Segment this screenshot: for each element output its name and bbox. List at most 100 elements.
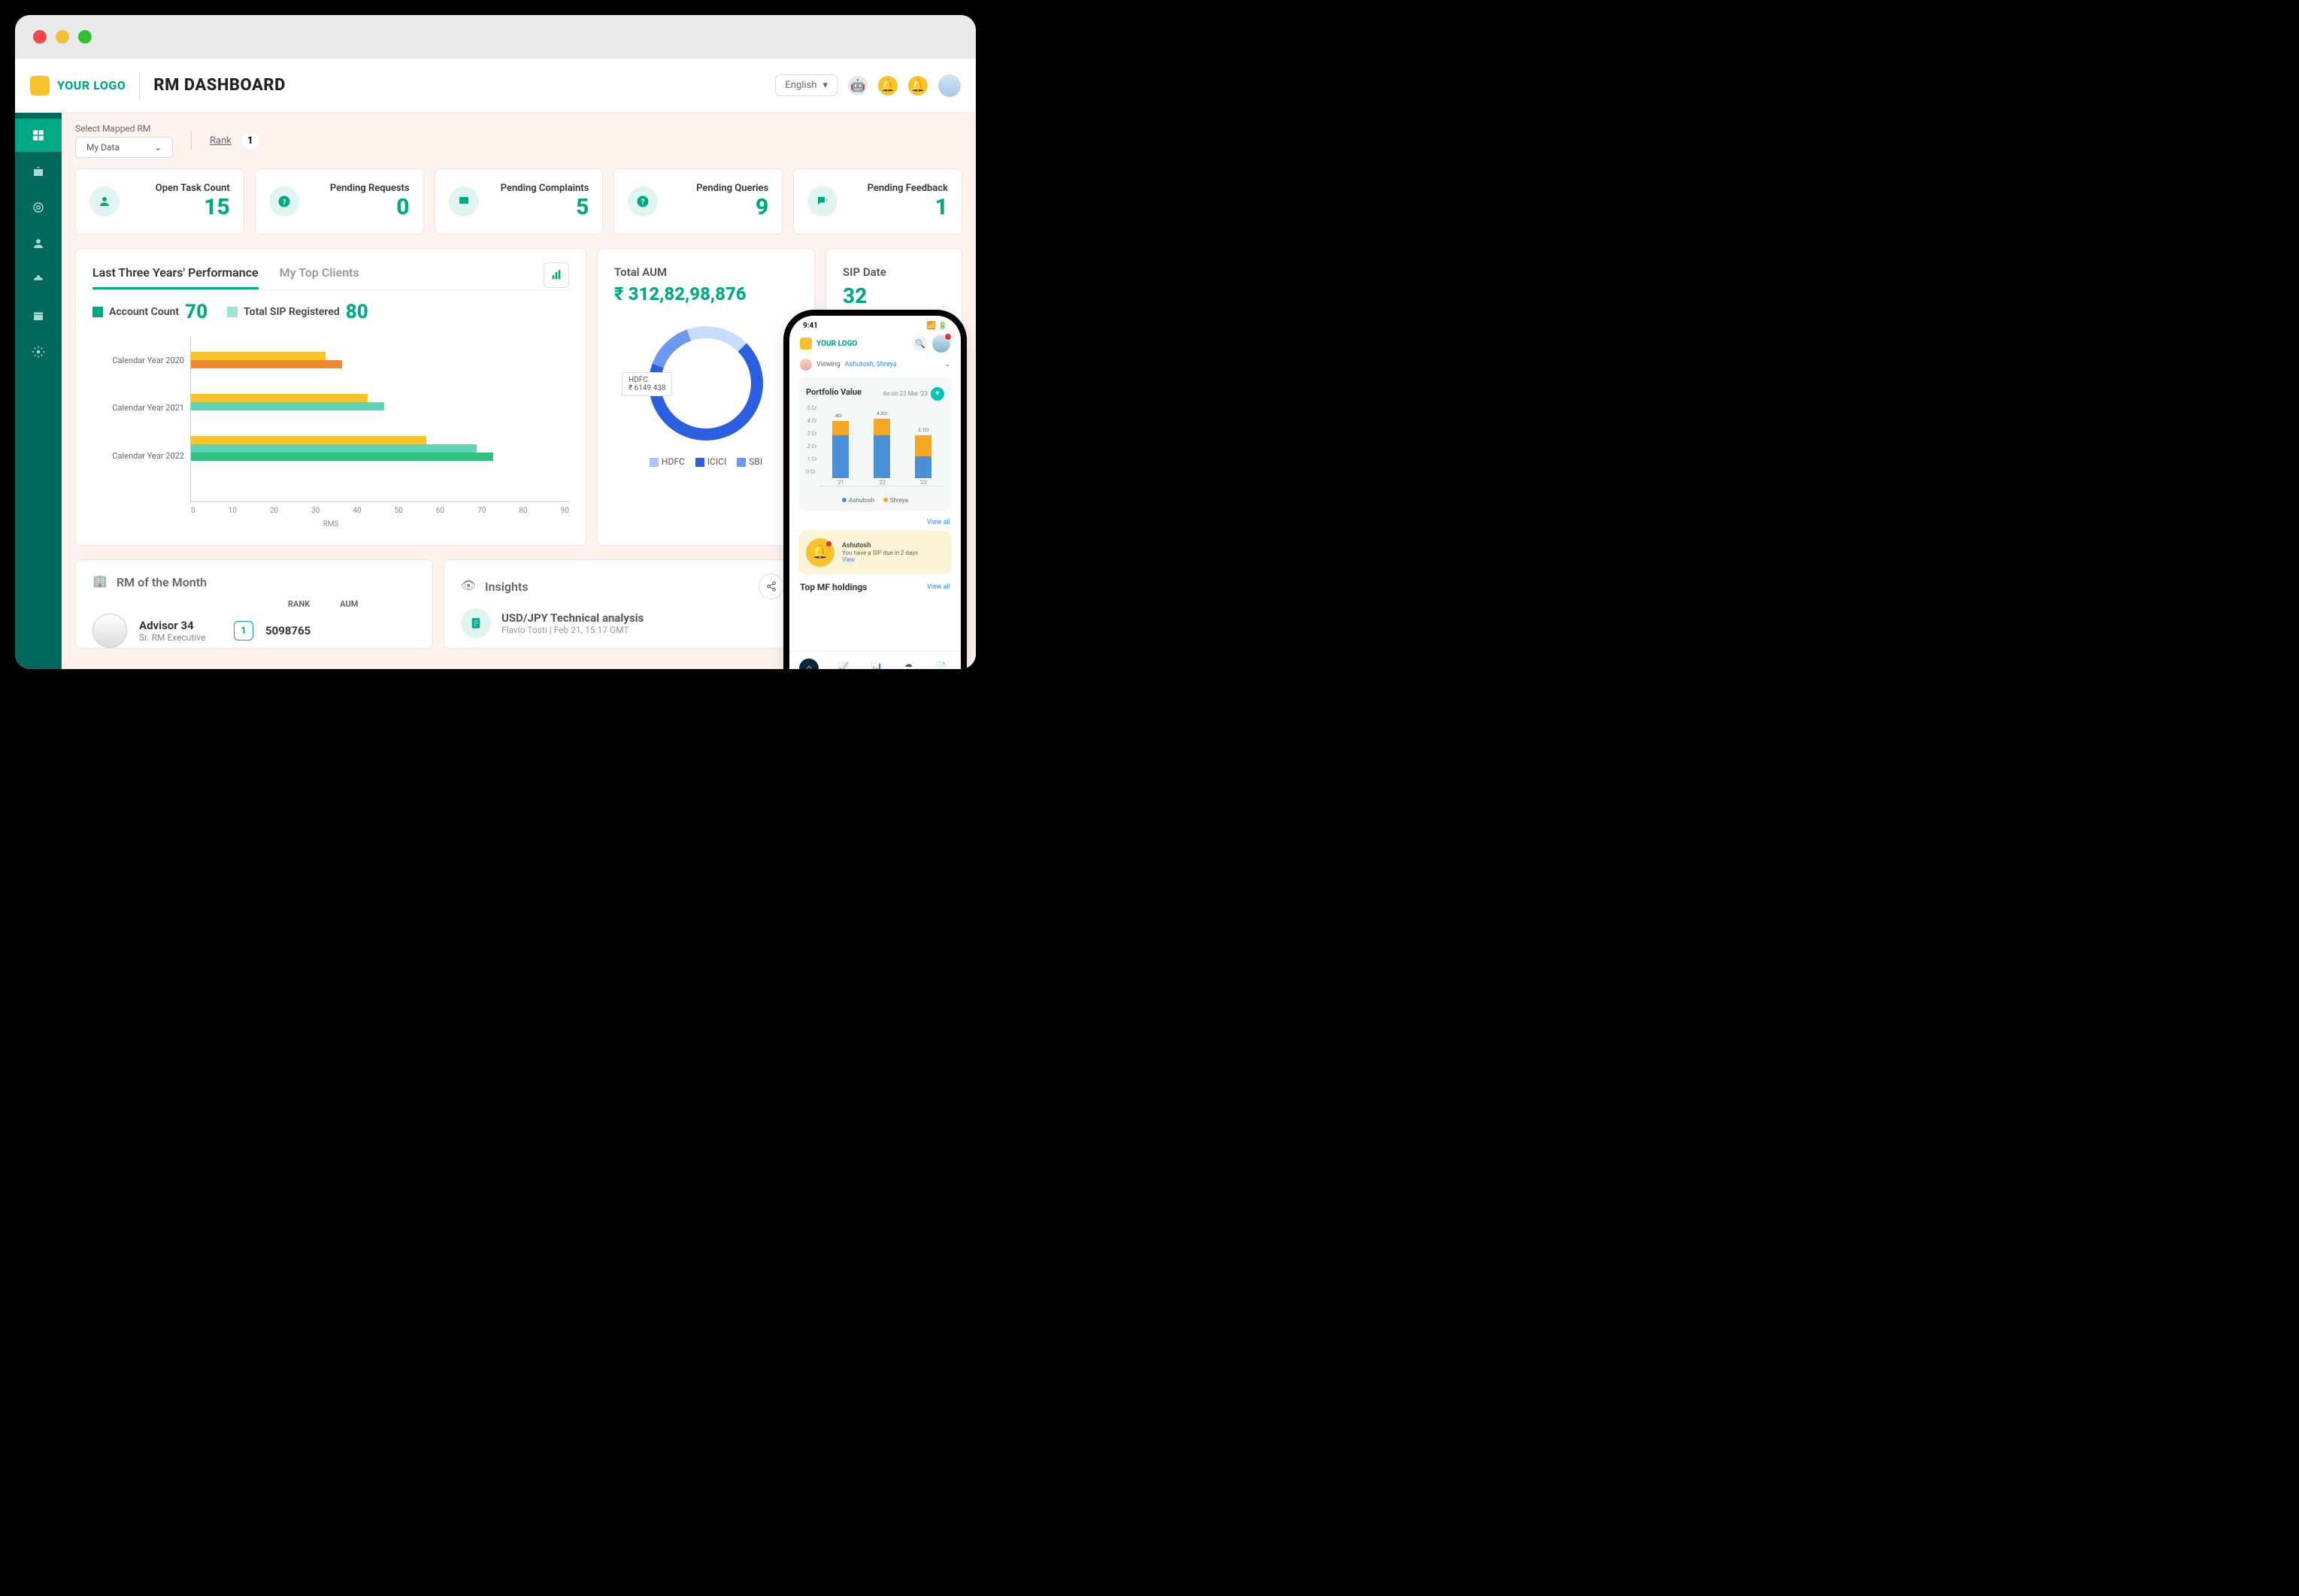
mobile-bottom-nav: ⌂Home 📈Investment 📊Loan ☂Insurance 📄Repo… bbox=[789, 651, 961, 669]
advisor-avatar bbox=[92, 613, 127, 648]
sip-value: 32 bbox=[843, 283, 945, 308]
mobile-status-bar: 9:41 📶 🔋 bbox=[789, 316, 961, 330]
mobile-logo-mark bbox=[800, 338, 812, 350]
mobile-frame: 9:41 📶 🔋 YOUR LOGO 🔍 Viewing Ashutosh, S… bbox=[789, 316, 961, 669]
mobile-logo-text: YOUR LOGO bbox=[816, 340, 857, 348]
filter-button[interactable]: ▼ bbox=[931, 387, 944, 401]
nav-target[interactable] bbox=[15, 191, 62, 224]
nav-hands[interactable] bbox=[15, 263, 62, 296]
nav-settings[interactable] bbox=[15, 335, 62, 368]
stat-pending-complaints[interactable]: Pending Complaints5 bbox=[435, 168, 604, 235]
alert-card[interactable]: 🔔 Ashutosh You have a SIP due in 2 days … bbox=[798, 531, 952, 574]
bell-icon[interactable]: 🔔 bbox=[878, 76, 898, 95]
nav-dashboard[interactable] bbox=[15, 119, 62, 152]
mapped-rm-select[interactable]: My Data ⌄ bbox=[75, 137, 173, 158]
logo-mark bbox=[30, 76, 50, 95]
maximize-window-dot[interactable] bbox=[78, 30, 92, 44]
legend-square-icon bbox=[92, 307, 103, 317]
trend-icon: 📈 bbox=[833, 659, 853, 670]
help-icon: ? bbox=[628, 186, 658, 217]
stat-row: Open Task Count15 Pending Requests0 Pend… bbox=[75, 168, 962, 235]
aum-legend: HDFC ICICI SBI bbox=[614, 456, 798, 467]
avatar[interactable] bbox=[938, 74, 961, 97]
aum-value: ₹ 312,82,98,876 bbox=[614, 283, 798, 304]
chat-icon bbox=[449, 186, 479, 217]
performance-chart: Calendar Year 2020Calendar Year 2021Cale… bbox=[92, 337, 569, 502]
rm-rank-badge: 1 bbox=[234, 621, 253, 641]
rm-row[interactable]: Advisor 34Sr. RM Executive 1 5098765 bbox=[92, 613, 416, 648]
bell-icon: 🔔 bbox=[806, 538, 834, 567]
minimize-window-dot[interactable] bbox=[56, 30, 69, 44]
viewing-avatar bbox=[800, 359, 812, 371]
document-icon bbox=[461, 608, 491, 638]
rank-value: 1 bbox=[241, 131, 260, 150]
stat-pending-feedback[interactable]: Pending Feedback1 bbox=[793, 168, 962, 235]
nav-briefcase[interactable] bbox=[15, 155, 62, 188]
nav-user[interactable] bbox=[15, 227, 62, 260]
question-icon bbox=[269, 186, 299, 217]
sidenav bbox=[15, 113, 62, 669]
insights-title: Insights bbox=[485, 580, 751, 594]
viewing-selector[interactable]: Viewing Ashutosh, Shreya ⌄ bbox=[789, 357, 961, 377]
user-icon bbox=[89, 186, 120, 217]
language-select[interactable]: English ▾ bbox=[775, 74, 838, 96]
portfolio-chart: .5 Cr.4 Cr.3 Cr.2 Cr.1 Cr0 Cr 4Cr'214.2C… bbox=[806, 405, 944, 486]
stat-pending-queries[interactable]: ? Pending Queries9 bbox=[613, 168, 783, 235]
sip-label: SIP Date bbox=[843, 265, 945, 279]
view-all-link[interactable]: View all bbox=[927, 519, 950, 526]
desktop-window: YOUR LOGO RM DASHBOARD English ▾ 🤖 🔔 🔔 bbox=[15, 15, 976, 669]
mapped-rm-value: My Data bbox=[86, 142, 120, 153]
insight-item[interactable]: USD/JPY Technical analysisFlavio Tosti |… bbox=[461, 608, 784, 638]
search-button[interactable]: 🔍 bbox=[913, 336, 928, 351]
language-value: English bbox=[785, 80, 816, 91]
subbar: Select Mapped RM My Data ⌄ Rank 1 bbox=[75, 113, 962, 168]
signal-icons: 📶 🔋 bbox=[927, 322, 947, 330]
mapped-rm-label: Select Mapped RM bbox=[75, 123, 173, 134]
aum-label: Total AUM bbox=[614, 265, 798, 279]
stat-pending-requests[interactable]: Pending Requests0 bbox=[255, 168, 424, 235]
donut-tooltip: HDFC ₹ 6149 438 bbox=[622, 372, 672, 396]
nav-investment[interactable]: 📈Investment bbox=[830, 659, 856, 670]
app-header: YOUR LOGO RM DASHBOARD English ▾ 🤖 🔔 🔔 bbox=[15, 59, 976, 113]
bell-icon-2[interactable]: 🔔 bbox=[908, 76, 928, 95]
chart-toggle-button[interactable] bbox=[544, 262, 569, 288]
chevron-down-icon: ⌄ bbox=[944, 361, 950, 368]
nav-calendar[interactable] bbox=[15, 299, 62, 332]
tab-top-clients[interactable]: My Top Clients bbox=[280, 265, 359, 289]
stat-open-tasks[interactable]: Open Task Count15 bbox=[75, 168, 244, 235]
building-icon: 🏢 bbox=[92, 574, 109, 590]
mobile-avatar[interactable] bbox=[932, 335, 950, 353]
umbrella-icon: ☂ bbox=[899, 659, 919, 670]
nav-insurance[interactable]: ☂Insurance bbox=[898, 659, 921, 670]
doc-icon: 📄 bbox=[931, 659, 951, 670]
logo-text: YOUR LOGO bbox=[57, 78, 126, 92]
home-icon: ⌂ bbox=[799, 659, 819, 670]
chart-xlabel: RMS bbox=[92, 520, 569, 528]
page-title: RM DASHBOARD bbox=[153, 76, 286, 95]
eye-icon: 👁 bbox=[461, 578, 477, 595]
rank-label[interactable]: Rank bbox=[210, 135, 232, 147]
rm-month-title: RM of the Month bbox=[117, 575, 416, 589]
titlebar bbox=[15, 15, 976, 59]
svg-text:?: ? bbox=[641, 197, 645, 207]
performance-panel: Last Three Years' Performance My Top Cli… bbox=[75, 248, 586, 546]
feedback-icon bbox=[807, 186, 838, 217]
bot-icon[interactable]: 🤖 bbox=[848, 76, 868, 95]
nav-loan[interactable]: 📊Loan bbox=[867, 659, 886, 670]
alert-view-link[interactable]: View bbox=[842, 556, 918, 563]
nav-home[interactable]: ⌂Home bbox=[799, 659, 819, 670]
nav-reports[interactable]: 📄Reports bbox=[931, 659, 951, 670]
header-divider bbox=[139, 72, 140, 99]
aum-donut-chart: HDFC ₹ 6149 438 bbox=[614, 320, 798, 447]
insights-panel: 👁 Insights USD/JPY Technical analysisFla… bbox=[444, 559, 801, 649]
top-mf-title: Top MF holdings bbox=[800, 582, 867, 592]
view-all-link[interactable]: View all bbox=[927, 583, 950, 591]
close-window-dot[interactable] bbox=[33, 30, 47, 44]
chevron-down-icon: ▾ bbox=[822, 80, 828, 91]
tab-performance[interactable]: Last Three Years' Performance bbox=[92, 265, 259, 289]
legend-square-icon bbox=[227, 307, 238, 317]
bars-icon: 📊 bbox=[867, 659, 886, 670]
share-button[interactable] bbox=[759, 574, 784, 599]
chevron-down-icon: ⌄ bbox=[154, 142, 162, 153]
rm-month-panel: 🏢 RM of the Month RANKAUM Advisor 34Sr. … bbox=[75, 559, 433, 649]
